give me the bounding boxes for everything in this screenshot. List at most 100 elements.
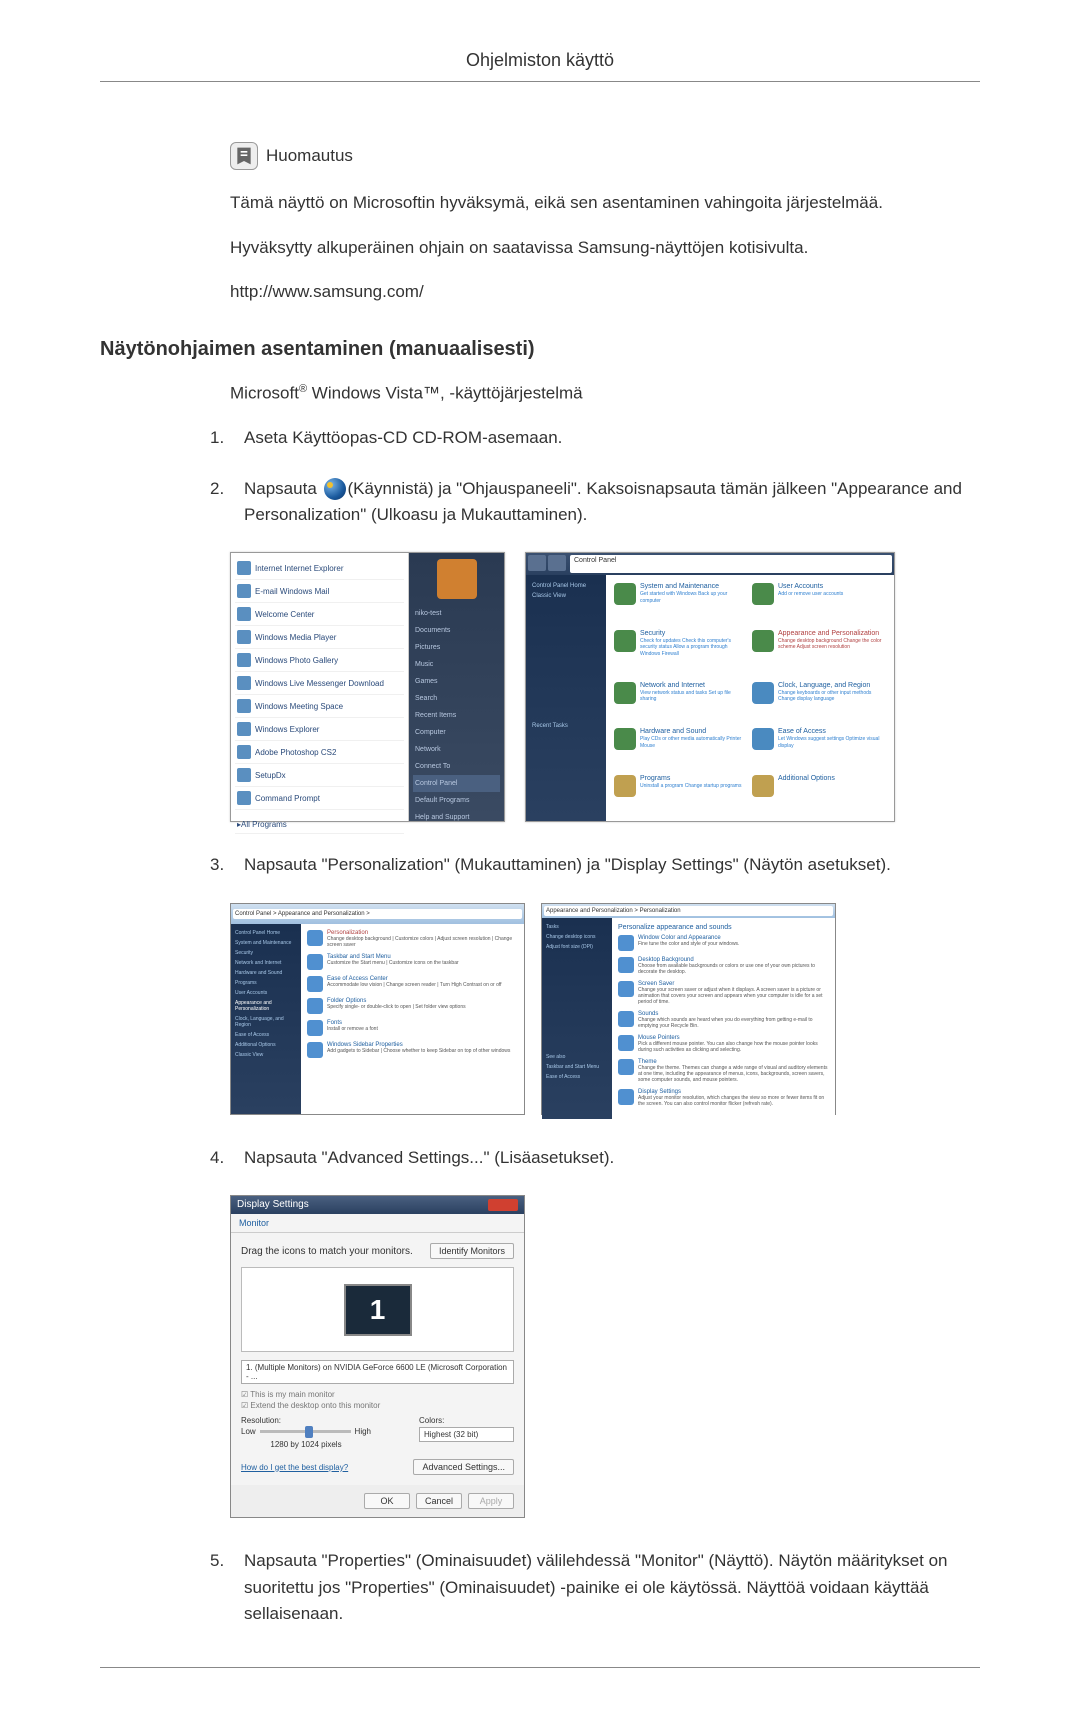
start-item[interactable]: E-mail Windows Mail [235,580,404,603]
right-item-control-panel[interactable]: Control Panel [413,775,500,792]
advanced-settings-button[interactable]: Advanced Settings... [413,1459,514,1475]
right-item[interactable]: Music [413,656,500,673]
cmd-icon [237,791,251,805]
entry[interactable]: Windows Sidebar PropertiesAdd gadgets to… [307,1042,518,1058]
start-item[interactable]: Command Prompt [235,787,404,810]
start-item[interactable]: Windows Live Messenger Download [235,672,404,695]
taskbar-icon [307,954,323,970]
cp-category[interactable]: Ease of AccessLet Windows suggest settin… [752,728,886,767]
sidebar-props-icon [307,1042,323,1058]
back-icon[interactable] [528,555,546,571]
close-icon[interactable] [488,1199,518,1211]
right-item[interactable]: Connect To [413,758,500,775]
sidebar-item[interactable]: Taskbar and Start Menu [546,1062,608,1072]
sidebar-item[interactable]: Adjust font size (DPI) [546,942,608,952]
step-text: Napsauta "Properties" (Ominaisuudet) väl… [244,1548,980,1627]
sidebar-item[interactable]: Security [235,948,297,958]
step-text: Napsauta (Käynnistä) ja "Ohjauspaneeli".… [244,476,980,529]
help-link[interactable]: How do I get the best display? [241,1463,348,1472]
ok-button[interactable]: OK [364,1493,410,1509]
cancel-button[interactable]: Cancel [416,1493,462,1509]
cp-category[interactable]: Hardware and SoundPlay CDs or other medi… [614,728,748,767]
subheading-suffix: , -käyttöjärjestelmä [440,383,583,402]
slider-track[interactable] [260,1430,351,1433]
forward-icon[interactable] [548,555,566,571]
right-item[interactable]: Default Programs [413,792,500,809]
right-item[interactable]: Pictures [413,639,500,656]
colors-select[interactable]: Highest (32 bit) [419,1427,514,1442]
sidebar-item[interactable]: Ease of Access [546,1072,608,1082]
right-item[interactable]: Help and Support [413,809,500,826]
start-item[interactable]: SetupDx [235,764,404,787]
cp-category[interactable]: System and MaintenanceGet started with W… [614,583,748,622]
entry[interactable]: SoundsChange which sounds are heard when… [618,1011,829,1029]
nav-buttons[interactable] [526,553,568,575]
sidebar-item[interactable]: Network and Internet [235,958,297,968]
sidebar-item[interactable]: Additional Options [235,1040,297,1050]
right-item[interactable]: niko-test [413,605,500,622]
entry-personalization[interactable]: PersonalizationChange desktop background… [307,930,518,948]
sidebar-item[interactable]: Hardware and Sound [235,968,297,978]
sidebar-item[interactable]: System and Maintenance [235,938,297,948]
sidebar-item[interactable]: User Accounts [235,988,297,998]
entry[interactable]: Screen SaverChange your screen saver or … [618,981,829,1005]
right-item[interactable]: Search [413,690,500,707]
monitor-tab[interactable]: Monitor [231,1214,524,1233]
start-item[interactable]: Windows Explorer [235,718,404,741]
entry[interactable]: Desktop BackgroundChoose from available … [618,957,829,975]
monitor-select[interactable]: 1. (Multiple Monitors) on NVIDIA GeForce… [241,1360,514,1384]
sidebar-item[interactable]: Control Panel Home [235,928,297,938]
sidebar-item[interactable]: Classic View [235,1050,297,1060]
entry[interactable]: Folder OptionsSpecify single- or double-… [307,998,518,1014]
right-item[interactable]: Recent Items [413,707,500,724]
right-item[interactable]: Documents [413,622,500,639]
dialog-titlebar: Display Settings [231,1196,524,1214]
start-item[interactable]: Internet Internet Explorer [235,557,404,580]
extend-desktop-checkbox[interactable]: ☑ Extend the desktop onto this monitor [241,1401,514,1410]
cp-category[interactable]: SecurityCheck for updates Check this com… [614,630,748,674]
cp-category[interactable]: Additional Options [752,775,886,814]
cp-category[interactable]: User AccountsAdd or remove user accounts [752,583,886,622]
entry[interactable]: ThemeChange the theme. Themes can change… [618,1059,829,1083]
apply-button[interactable]: Apply [468,1493,514,1509]
monitor-area[interactable]: 1 [241,1267,514,1352]
start-menu-left: Internet Internet Explorer E-mail Window… [231,553,409,821]
right-item[interactable]: Computer [413,724,500,741]
entry[interactable]: Mouse PointersPick a different mouse poi… [618,1035,829,1053]
cat-title: Programs [640,775,741,782]
address-bar[interactable]: Control Panel > Appearance and Personali… [233,909,522,919]
main-monitor-checkbox[interactable]: ☑ This is my main monitor [241,1390,514,1399]
entry[interactable]: Ease of Access CenterAccommodate low vis… [307,976,518,992]
entry[interactable]: FontsInstall or remove a font [307,1020,518,1036]
sidebar-item[interactable]: Control Panel Home [532,581,600,591]
address-bar[interactable]: Control Panel [570,555,892,573]
sidebar-item[interactable]: Ease of Access [235,1030,297,1040]
cp-category[interactable]: ProgramsUninstall a program Change start… [614,775,748,814]
entry[interactable]: Window Color and AppearanceFine tune the… [618,935,829,951]
sidebar-item[interactable]: Change desktop icons [546,932,608,942]
cp-category-appearance[interactable]: Appearance and PersonalizationChange des… [752,630,886,674]
start-item[interactable]: Welcome Center [235,603,404,626]
all-programs[interactable]: ▸ All Programs [235,816,404,834]
monitor-icon[interactable]: 1 [344,1284,412,1336]
identify-monitors-button[interactable]: Identify Monitors [430,1243,514,1259]
start-item[interactable]: Windows Photo Gallery [235,649,404,672]
sidebar-item[interactable]: Programs [235,978,297,988]
start-item[interactable]: Windows Meeting Space [235,695,404,718]
sidebar-item[interactable]: Clock, Language, and Region [235,1014,297,1030]
right-item[interactable]: Network [413,741,500,758]
start-item[interactable]: Adobe Photoshop CS2 [235,741,404,764]
start-item-label: Internet Internet Explorer [255,564,344,573]
resolution-slider[interactable]: Low High [241,1427,371,1436]
sidebar-item[interactable]: Appearance and Personalization [235,998,297,1014]
cp-category[interactable]: Clock, Language, and RegionChange keyboa… [752,682,886,721]
start-item-label: Windows Meeting Space [255,702,343,711]
start-item[interactable]: Windows Media Player [235,626,404,649]
slider-thumb[interactable] [305,1426,313,1438]
right-item[interactable]: Games [413,673,500,690]
sidebar-item[interactable]: Classic View [532,591,600,601]
entry[interactable]: Taskbar and Start MenuCustomize the Star… [307,954,518,970]
cp-category[interactable]: Network and InternetView network status … [614,682,748,721]
address-bar[interactable]: Appearance and Personalization > Persona… [544,906,833,916]
entry-display-settings[interactable]: Display SettingsAdjust your monitor reso… [618,1089,829,1107]
